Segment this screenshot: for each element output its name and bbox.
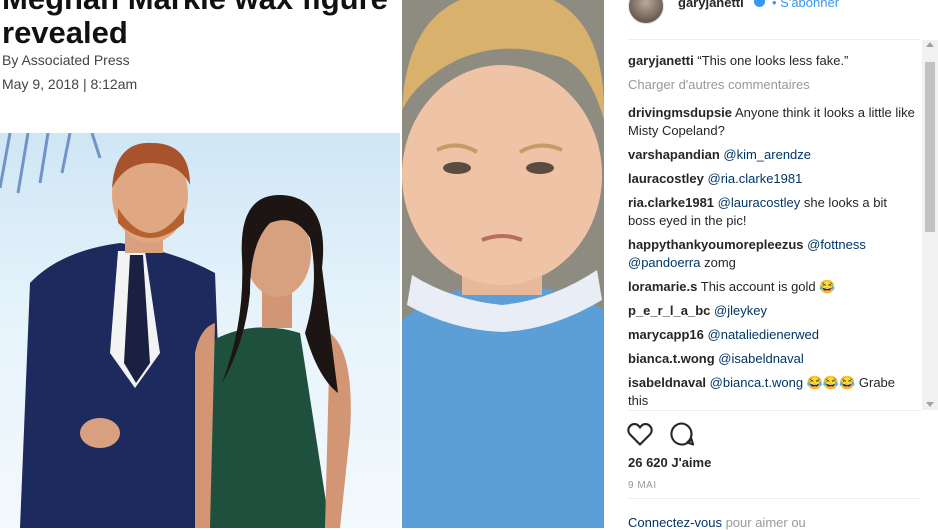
comment-username[interactable]: marycapp16 xyxy=(628,327,704,342)
comment-username[interactable]: garyjanetti xyxy=(628,53,694,68)
comment-text: This account is gold 😂 xyxy=(700,279,836,294)
comment-username[interactable]: happythankyoumorepleezus xyxy=(628,237,804,252)
comment-username[interactable]: lauracostley xyxy=(628,171,704,186)
like-button[interactable] xyxy=(626,420,654,448)
comments-scrollbar[interactable] xyxy=(922,40,938,410)
comment-username[interactable]: ria.clarke1981 xyxy=(628,195,714,210)
avatar[interactable] xyxy=(628,0,664,24)
comment-username[interactable]: drivingmsdupsie xyxy=(628,105,732,120)
wax-figures-photo xyxy=(0,133,400,528)
child-photo-illustration xyxy=(402,0,604,528)
comment-username[interactable]: varshapandian xyxy=(628,147,720,162)
actions-divider xyxy=(628,410,921,411)
post-header: garyjanetti • S'abonner xyxy=(604,0,922,36)
comment-item: p_e_r_l_a_bc @jleykey xyxy=(628,302,916,320)
comment-caption: garyjanetti “This one looks less fake.” xyxy=(628,52,916,70)
scroll-thumb[interactable] xyxy=(925,62,935,232)
wax-figures-illustration xyxy=(0,133,351,528)
comment-item: lauracostley @ria.clarke1981 xyxy=(628,170,916,188)
news-article: Meghan Markle wax figure revealed By Ass… xyxy=(0,0,400,528)
comment-text: zomg xyxy=(704,255,736,270)
comment-item: marycapp16 @nataliedienerwed xyxy=(628,326,916,344)
follow-label[interactable]: S'abonner xyxy=(780,0,839,10)
comment-mention[interactable]: @bianca.t.wong xyxy=(710,375,803,390)
comment-button[interactable] xyxy=(668,420,696,448)
comment-username[interactable]: loramarie.s xyxy=(628,279,697,294)
scroll-down-arrow-icon[interactable] xyxy=(926,402,934,407)
comment-item: loramarie.s This account is gold 😂 xyxy=(628,278,916,296)
comment-username[interactable]: p_e_r_l_a_bc xyxy=(628,303,710,318)
comment-item: isabeldnaval @bianca.t.wong 😂😂😂 Grabe th… xyxy=(628,374,916,408)
footer-divider xyxy=(628,498,921,499)
child-photo xyxy=(402,0,604,528)
follow-button[interactable]: • S'abonner xyxy=(772,0,839,10)
comment-mention[interactable]: @isabeldnaval xyxy=(718,351,803,366)
post-date: 9 MAI xyxy=(628,480,657,491)
speech-bubble-icon xyxy=(670,422,695,446)
comment-item: varshapandian @kim_arendze xyxy=(628,146,916,164)
article-headline: Meghan Markle wax figure revealed xyxy=(2,0,388,50)
post-username[interactable]: garyjanetti xyxy=(678,0,744,10)
comments-list: garyjanetti “This one looks less fake.” … xyxy=(628,52,916,408)
article-dateline: May 9, 2018 | 8:12am xyxy=(2,76,138,92)
header-divider xyxy=(628,39,921,40)
comment-mention[interactable]: @jleykey xyxy=(714,303,767,318)
comment-username[interactable]: isabeldnaval xyxy=(628,375,706,390)
instagram-post-panel: garyjanetti • S'abonner garyjanetti “Thi… xyxy=(604,0,938,530)
comment-text: “This one looks less fake.” xyxy=(697,53,849,68)
verified-badge-icon xyxy=(754,0,765,7)
load-more-comments-link[interactable]: Charger d'autres commentaires xyxy=(628,76,916,94)
comment-mention[interactable]: @lauracostley xyxy=(718,195,801,210)
article-byline: By Associated Press xyxy=(2,52,130,68)
scroll-up-arrow-icon[interactable] xyxy=(926,42,934,47)
comment-mention[interactable]: @kim_arendze xyxy=(723,147,811,162)
comment-item: bianca.t.wong @isabeldnaval xyxy=(628,350,916,368)
comment-mention[interactable]: @nataliedienerwed xyxy=(708,327,820,342)
comment-item: drivingmsdupsie Anyone think it looks a … xyxy=(628,104,916,140)
likes-count[interactable]: 26 620 J'aime xyxy=(628,455,711,470)
heart-outline-icon xyxy=(627,422,653,446)
comment-item: ria.clarke1981 @lauracostley she looks a… xyxy=(628,194,916,230)
comment-item: happythankyoumorepleezus @fottness @pand… xyxy=(628,236,916,272)
comment-mention[interactable]: @ria.clarke1981 xyxy=(708,171,803,186)
comment-username[interactable]: bianca.t.wong xyxy=(628,351,715,366)
